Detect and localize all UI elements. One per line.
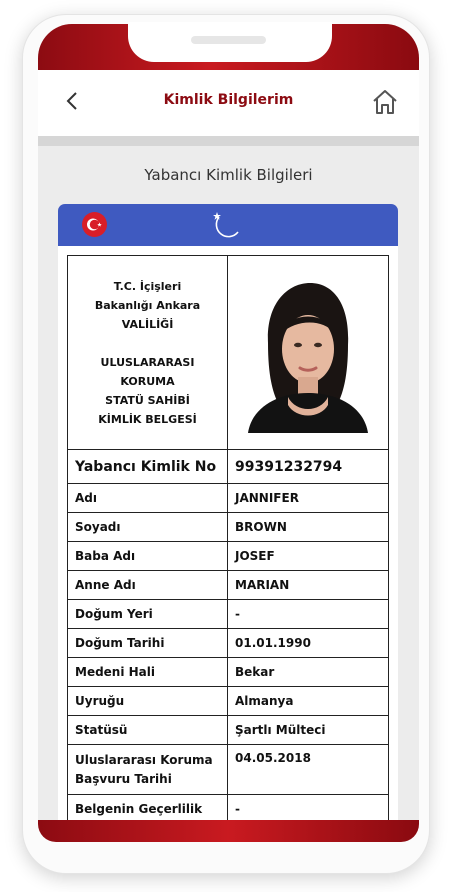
table-row: Doğum Yeri -	[67, 599, 389, 629]
app-header: Kimlik Bilgilerim	[38, 70, 419, 137]
row-value: Şartlı Mülteci	[227, 715, 389, 745]
phone-bottom-bezel	[38, 820, 419, 842]
id-card: T.C. İçişleri Bakanlığı Ankara VALİLİĞİ …	[58, 246, 398, 820]
id-number-value: 99391232794	[227, 449, 389, 484]
table-row: Adı JANNIFER	[67, 483, 389, 513]
issuing-authority: T.C. İçişleri Bakanlığı Ankara VALİLİĞİ …	[67, 255, 228, 450]
header-divider	[38, 136, 419, 146]
row-value: JOSEF	[227, 541, 389, 571]
authority-line: T.C. İçişleri	[113, 279, 182, 293]
card-banner	[58, 204, 398, 246]
chevron-left-icon[interactable]	[62, 88, 84, 114]
row-value: 04.05.2018	[227, 744, 389, 795]
turkey-flag-icon	[82, 212, 107, 237]
profile-photo	[238, 272, 378, 433]
row-value: MARIAN	[227, 570, 389, 600]
table-row: Uluslararası Koruma Başvuru Tarihi 04.05.…	[67, 744, 389, 795]
row-label: Doğum Yeri	[67, 599, 228, 629]
row-label: Belgenin Geçerlilik	[67, 794, 228, 820]
row-value: Bekar	[227, 657, 389, 687]
table-row: Doğum Tarihi 01.01.1990	[67, 628, 389, 658]
row-label: Medeni Hali	[67, 657, 228, 687]
table-row: Anne Adı MARIAN	[67, 570, 389, 600]
table-row: Baba Adı JOSEF	[67, 541, 389, 571]
row-value: JANNIFER	[227, 483, 389, 513]
id-number-label: Yabancı Kimlik No	[67, 449, 228, 484]
authority-line: STATÜ SAHİBİ	[105, 393, 190, 407]
table-row: Soyadı BROWN	[67, 512, 389, 542]
row-label: Anne Adı	[67, 570, 228, 600]
table-row: Statüsü Şartlı Mülteci	[67, 715, 389, 745]
authority-line: ULUSLARARASI	[100, 355, 195, 369]
row-value: -	[227, 599, 389, 629]
row-label: Uluslararası Koruma Başvuru Tarihi	[67, 744, 228, 795]
row-label: Soyadı	[67, 512, 228, 542]
row-label: Doğum Tarihi	[67, 628, 228, 658]
id-table: T.C. İçişleri Bakanlığı Ankara VALİLİĞİ …	[67, 255, 389, 820]
authority-line: VALİLİĞİ	[121, 317, 174, 331]
section-title: Yabancı Kimlik Bilgileri	[144, 166, 313, 184]
row-value: Almanya	[227, 686, 389, 716]
row-value: -	[227, 794, 389, 820]
row-label: Uyruğu	[67, 686, 228, 716]
page-title: Kimlik Bilgilerim	[163, 92, 294, 108]
photo-cell	[227, 255, 389, 450]
table-row: Medeni Hali Bekar	[67, 657, 389, 687]
row-label: Baba Adı	[67, 541, 228, 571]
authority-line: Bakanlığı Ankara	[94, 298, 201, 312]
phone-speaker	[191, 36, 266, 44]
authority-line: KORUMA	[120, 374, 175, 388]
table-row: Belgenin Geçerlilik -	[67, 794, 389, 820]
table-row: Uyruğu Almanya	[67, 686, 389, 716]
row-label: Adı	[67, 483, 228, 513]
row-value: BROWN	[227, 512, 389, 542]
crescent-star-icon	[209, 209, 243, 241]
row-label: Statüsü	[67, 715, 228, 745]
app-screen: Kimlik Bilgilerim Yabancı Kimlik Bilgile…	[38, 70, 419, 820]
home-icon[interactable]	[371, 88, 399, 116]
authority-line: KİMLİK BELGESİ	[98, 412, 197, 426]
row-value: 01.01.1990	[227, 628, 389, 658]
